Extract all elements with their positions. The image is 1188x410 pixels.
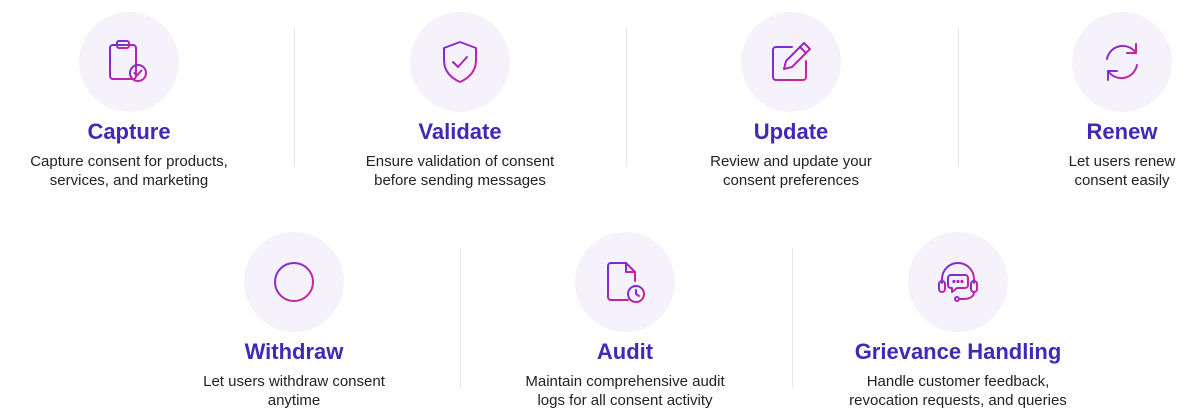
feature-title: Audit	[596, 339, 654, 364]
feature-description: Review and update your consent preferenc…	[710, 153, 872, 189]
feature-title: Validate	[418, 119, 502, 144]
feature-title: Renew	[1086, 119, 1158, 144]
shield-check-icon	[443, 41, 477, 83]
feature-description: Ensure validation of consent before send…	[365, 153, 555, 189]
icon-circle	[1072, 12, 1172, 112]
feature-title: Update	[753, 119, 829, 144]
feature-description: Handle customer feedback, revocation req…	[849, 373, 1067, 409]
icon-circle	[244, 232, 344, 332]
icon-circle	[575, 232, 675, 332]
divider	[294, 28, 295, 166]
feature-title: Withdraw	[244, 339, 344, 364]
minus-circle-icon	[274, 262, 314, 302]
feature-title: Capture	[87, 119, 171, 144]
feature-description: Let users renew consent easily	[1068, 153, 1176, 189]
icon-circle	[908, 232, 1008, 332]
feature-title: Grievance Handling	[854, 339, 1062, 364]
pencil-square-icon	[772, 42, 811, 81]
divider	[958, 28, 959, 166]
divider	[460, 248, 461, 388]
feature-description: Maintain comprehensive audit logs for al…	[525, 373, 725, 409]
feature-description: Capture consent for products, services, …	[30, 153, 228, 189]
document-clock-icon	[607, 262, 645, 303]
feature-description: Let users withdraw consent anytime	[203, 373, 385, 409]
clipboard-check-icon	[109, 40, 147, 82]
divider	[626, 28, 627, 166]
icon-circle	[741, 12, 841, 112]
icon-circle	[79, 12, 179, 112]
refresh-icon	[1106, 43, 1138, 81]
divider	[792, 248, 793, 388]
icon-circle	[410, 12, 510, 112]
headset-chat-icon	[938, 262, 978, 302]
